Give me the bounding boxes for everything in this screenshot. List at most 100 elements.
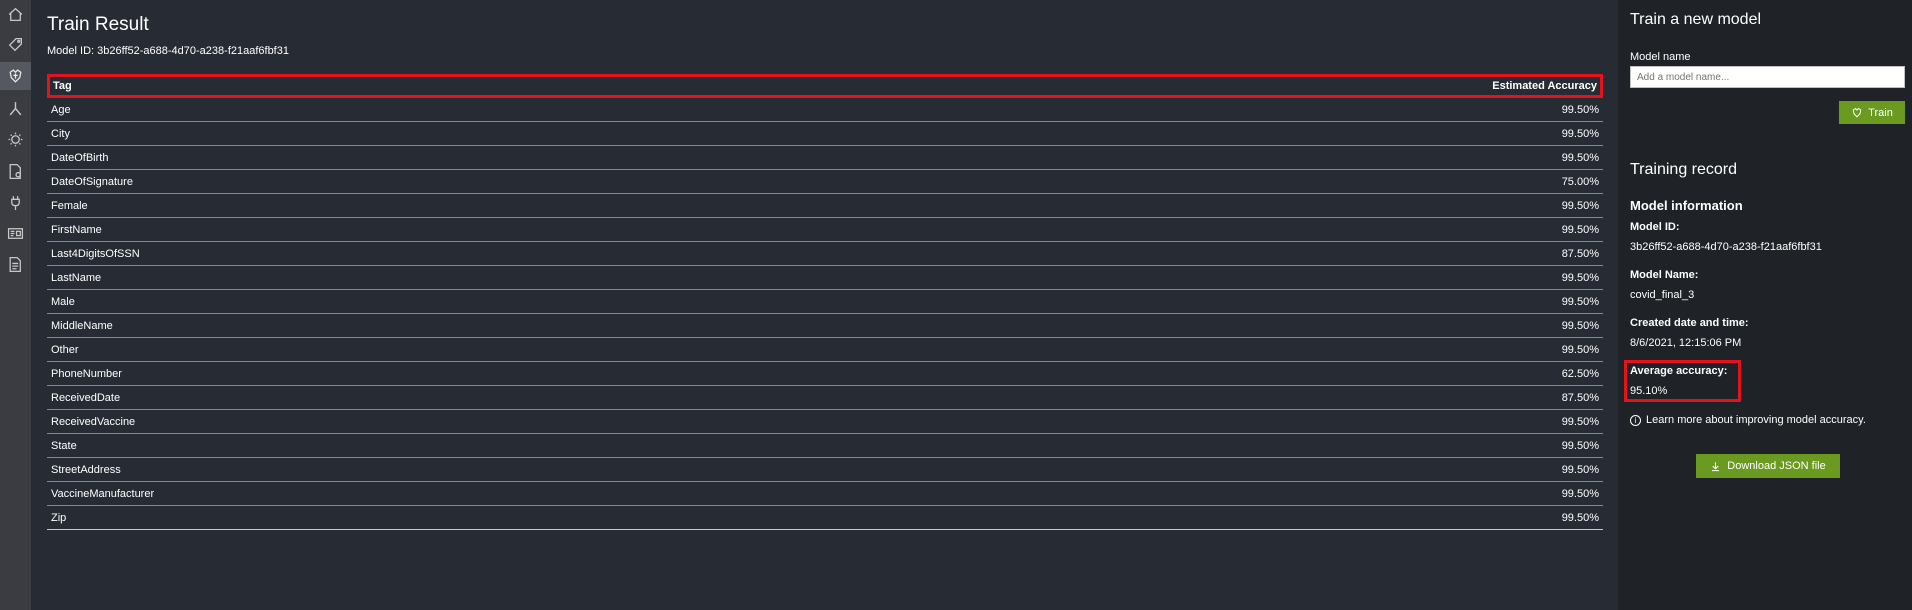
- training-record-title: Training record: [1630, 161, 1738, 178]
- nav-id-card[interactable]: [0, 219, 31, 247]
- row-accuracy: 99.50%: [1561, 127, 1599, 140]
- header-tag: Tag: [53, 80, 72, 92]
- train-button-label: Train: [1868, 106, 1893, 119]
- nav-merge[interactable]: [0, 94, 31, 122]
- nav-train[interactable]: [0, 62, 31, 90]
- accuracy-table: Tag Estimated Accuracy Age 99.50% City 99.5…: [47, 74, 1603, 530]
- table-row: City 99.50%: [47, 122, 1603, 146]
- nav-doc-settings[interactable]: [0, 157, 31, 185]
- row-tag: Zip: [51, 511, 67, 524]
- row-tag: ReceivedVaccine: [51, 415, 136, 428]
- row-tag: MiddleName: [51, 319, 113, 332]
- row-tag: DateOfSignature: [51, 175, 133, 188]
- table-row: Male 99.50%: [47, 290, 1603, 314]
- table-row: LastName 99.50%: [47, 266, 1603, 290]
- learn-more-text: Learn more about improving model accurac…: [1646, 414, 1866, 426]
- model-id-label: Model ID:: [1630, 221, 1680, 233]
- row-tag: Other: [51, 343, 79, 356]
- table-row: PhoneNumber 62.50%: [47, 362, 1603, 386]
- row-tag: Male: [51, 295, 75, 308]
- main-panel: Train Result Model ID: 3b26ff52-a688-4d7…: [31, 0, 1618, 610]
- row-accuracy: 62.50%: [1561, 367, 1599, 380]
- model-name-info-label: Model Name:: [1630, 269, 1699, 281]
- row-tag: ReceivedDate: [51, 391, 121, 404]
- average-accuracy-label: Average accuracy:: [1630, 365, 1728, 377]
- train-model-icon: [9, 68, 22, 83]
- row-accuracy: 99.50%: [1561, 199, 1599, 212]
- created-label: Created date and time:: [1630, 317, 1749, 329]
- row-tag: DateOfBirth: [51, 151, 109, 164]
- model-name-label: Model name: [1630, 51, 1691, 63]
- side-panel: Train a new model Model name Train Train…: [1618, 0, 1912, 610]
- home-icon: [8, 7, 23, 21]
- row-accuracy: 99.50%: [1561, 223, 1599, 236]
- document-settings-icon: [9, 163, 21, 179]
- train-new-model-title: Train a new model: [1630, 11, 1762, 28]
- model-id-value: 3b26ff52-a688-4d70-a238-f21aaf6fbf31: [1630, 241, 1822, 253]
- row-tag: FirstName: [51, 223, 102, 236]
- table-row: ReceivedDate 87.50%: [47, 386, 1603, 410]
- table-row: ReceivedVaccine 99.50%: [47, 410, 1603, 434]
- table-row: Female 99.50%: [47, 194, 1603, 218]
- merge-icon: [9, 101, 22, 115]
- id-card-icon: [7, 227, 24, 239]
- row-accuracy: 99.50%: [1561, 151, 1599, 164]
- row-tag: PhoneNumber: [51, 367, 122, 380]
- row-accuracy: 99.50%: [1561, 439, 1599, 452]
- nav-home[interactable]: [0, 0, 31, 28]
- train-button[interactable]: Train: [1839, 101, 1905, 124]
- row-accuracy: 99.50%: [1561, 103, 1599, 116]
- model-name-input[interactable]: [1630, 66, 1905, 88]
- row-tag: City: [51, 127, 70, 140]
- page-title: Train Result: [47, 14, 149, 35]
- row-accuracy: 87.50%: [1561, 391, 1599, 404]
- nav-tag[interactable]: [0, 30, 31, 58]
- table-row: VaccineManufacturer 99.50%: [47, 482, 1603, 506]
- row-accuracy: 87.50%: [1561, 247, 1599, 260]
- row-tag: VaccineManufacturer: [51, 487, 155, 500]
- tag-icon: [8, 37, 22, 51]
- row-accuracy: 99.50%: [1561, 463, 1599, 476]
- row-accuracy: 99.50%: [1561, 511, 1599, 524]
- model-id-text: Model ID: 3b26ff52-a688-4d70-a238-f21aaf…: [47, 45, 289, 57]
- table-row: Other 99.50%: [47, 338, 1603, 362]
- row-accuracy: 99.50%: [1561, 487, 1599, 500]
- learn-more-link[interactable]: i Learn more about improving model accur…: [1630, 414, 1866, 426]
- row-accuracy: 99.50%: [1561, 415, 1599, 428]
- nav-insights[interactable]: [0, 125, 31, 153]
- document-list-icon: [9, 256, 21, 272]
- download-json-label: Download JSON file: [1727, 460, 1826, 472]
- table-row: Zip 99.50%: [47, 506, 1603, 530]
- model-name-info-value: covid_final_3: [1630, 289, 1695, 301]
- download-json-button[interactable]: Download JSON file: [1696, 454, 1840, 478]
- row-tag: Age: [51, 103, 71, 116]
- table-row: Last4DigitsOfSSN 87.50%: [47, 242, 1603, 266]
- table-row: FirstName 99.50%: [47, 218, 1603, 242]
- table-row: DateOfBirth 99.50%: [47, 146, 1603, 170]
- header-estimated-accuracy: Estimated Accuracy: [1492, 80, 1597, 92]
- table-row: DateOfSignature 75.00%: [47, 170, 1603, 194]
- connector-icon: [11, 195, 20, 210]
- download-icon: [1712, 461, 1720, 471]
- train-model-icon: [1852, 107, 1862, 117]
- row-tag: Female: [51, 199, 88, 212]
- left-nav: [0, 0, 31, 610]
- row-accuracy: 99.50%: [1561, 295, 1599, 308]
- table-row: MiddleName 99.50%: [47, 314, 1603, 338]
- table-row: StreetAddress 99.50%: [47, 458, 1603, 482]
- nav-connector[interactable]: [0, 188, 31, 216]
- row-accuracy: 75.00%: [1561, 175, 1599, 188]
- average-accuracy-value: 95.10%: [1630, 385, 1668, 397]
- row-tag: State: [51, 439, 77, 452]
- row-accuracy: 99.50%: [1561, 343, 1599, 356]
- row-tag: LastName: [51, 271, 102, 284]
- lightbulb-icon: [8, 132, 23, 146]
- row-accuracy: 99.50%: [1561, 319, 1599, 332]
- row-tag: StreetAddress: [51, 463, 121, 476]
- table-row: State 99.50%: [47, 434, 1603, 458]
- table-row: Age 99.50%: [47, 98, 1603, 122]
- created-value: 8/6/2021, 12:15:06 PM: [1630, 337, 1742, 349]
- nav-doc-list[interactable]: [0, 250, 31, 278]
- row-accuracy: 99.50%: [1561, 271, 1599, 284]
- info-icon: i: [1630, 414, 1641, 426]
